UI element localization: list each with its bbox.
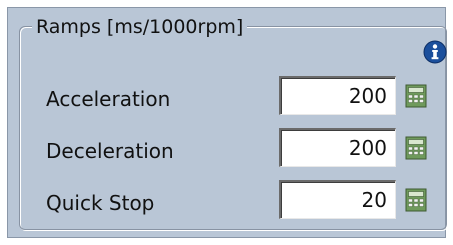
deceleration-field[interactable]	[279, 128, 396, 167]
quick-stop-field[interactable]	[279, 180, 396, 219]
deceleration-label: Deceleration	[46, 139, 174, 163]
info-icon[interactable]	[423, 40, 447, 64]
quick-stop-input[interactable]	[281, 182, 395, 218]
deceleration-calculator-icon[interactable]	[404, 136, 428, 160]
acceleration-calculator-icon[interactable]	[404, 84, 428, 108]
acceleration-label: Acceleration	[46, 87, 171, 111]
ramps-panel: Ramps [ms/1000rpm] Acceleration Decelera…	[7, 7, 448, 238]
acceleration-field[interactable]	[279, 76, 396, 115]
ramps-group-title: Ramps [ms/1000rpm]	[32, 14, 248, 40]
quick-stop-label: Quick Stop	[46, 191, 155, 215]
deceleration-input[interactable]	[281, 130, 395, 166]
quick-stop-calculator-icon[interactable]	[404, 188, 428, 212]
acceleration-input[interactable]	[281, 78, 395, 114]
